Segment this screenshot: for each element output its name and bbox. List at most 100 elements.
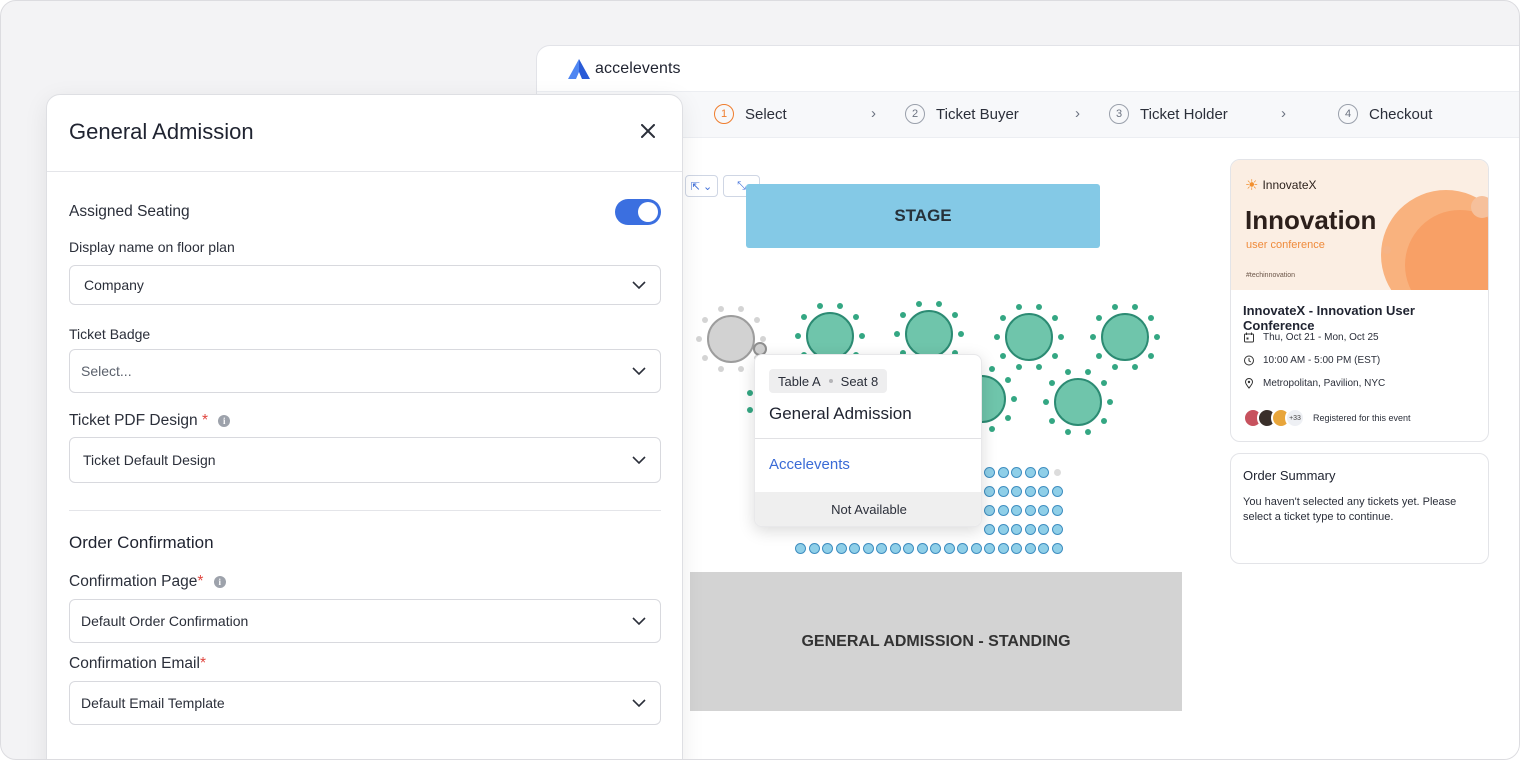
seat[interactable] — [916, 543, 928, 554]
seat[interactable] — [970, 543, 982, 554]
seat[interactable] — [1090, 334, 1096, 340]
seat[interactable] — [1096, 352, 1103, 359]
seat[interactable] — [984, 524, 995, 535]
seat[interactable] — [988, 365, 995, 372]
seat[interactable] — [1051, 505, 1063, 516]
close-icon[interactable] — [637, 120, 659, 142]
seat[interactable] — [737, 305, 744, 312]
seat[interactable] — [1107, 399, 1113, 405]
round-table[interactable] — [1101, 313, 1149, 361]
seat[interactable] — [808, 543, 820, 554]
step-select[interactable]: 1 Select — [714, 104, 787, 124]
seat[interactable] — [943, 543, 955, 554]
seat[interactable] — [702, 354, 709, 361]
seat[interactable] — [1011, 467, 1022, 478]
seat[interactable] — [718, 305, 725, 312]
seat[interactable] — [1038, 524, 1049, 535]
seat[interactable] — [997, 467, 1009, 478]
standing-area[interactable]: GENERAL ADMISSION - STANDING — [690, 572, 1182, 711]
seat[interactable] — [1000, 352, 1007, 359]
info-icon[interactable]: i — [213, 576, 226, 588]
seat[interactable] — [1011, 524, 1022, 535]
round-table[interactable] — [707, 315, 755, 363]
seat[interactable] — [1051, 486, 1063, 497]
seat[interactable] — [1051, 352, 1058, 359]
seat[interactable] — [747, 407, 753, 413]
seat[interactable] — [1100, 417, 1107, 424]
seat[interactable] — [817, 302, 824, 309]
seat[interactable] — [1049, 417, 1056, 424]
seat[interactable] — [1024, 486, 1036, 497]
seat[interactable] — [957, 543, 968, 554]
seat[interactable] — [984, 467, 995, 478]
confirmation-page-select[interactable]: Default Order Confirmation — [69, 599, 661, 643]
seat[interactable] — [1154, 334, 1160, 340]
seat[interactable] — [1112, 303, 1119, 310]
info-icon[interactable]: i — [218, 415, 231, 427]
round-table[interactable] — [1054, 378, 1102, 426]
seat[interactable] — [1131, 303, 1138, 310]
seat[interactable] — [1035, 303, 1042, 310]
seat[interactable] — [958, 331, 964, 337]
seat[interactable] — [1038, 486, 1049, 497]
round-table[interactable] — [905, 310, 953, 358]
seat[interactable] — [1038, 505, 1049, 516]
ticket-badge-select[interactable]: Select... — [69, 349, 661, 393]
seat[interactable] — [894, 331, 900, 337]
seat[interactable] — [889, 543, 901, 554]
ticket-pdf-select[interactable]: Ticket Default Design — [69, 437, 661, 483]
seat[interactable] — [1065, 368, 1072, 375]
popup-company-link[interactable]: Accelevents — [769, 456, 850, 473]
seat[interactable] — [1043, 399, 1049, 405]
seat[interactable] — [1058, 334, 1064, 340]
seat[interactable] — [795, 333, 801, 339]
seat[interactable] — [1024, 505, 1036, 516]
seat[interactable] — [836, 302, 843, 309]
seat[interactable] — [1011, 396, 1017, 402]
seat[interactable] — [835, 543, 847, 554]
seat[interactable] — [1011, 505, 1022, 516]
seat[interactable] — [795, 543, 806, 554]
seat[interactable] — [994, 334, 1000, 340]
seat[interactable] — [984, 486, 995, 497]
seat[interactable] — [849, 543, 860, 554]
seat[interactable] — [747, 390, 753, 396]
confirmation-email-select[interactable]: Default Email Template — [69, 681, 661, 725]
step-ticket-buyer[interactable]: 2 Ticket Buyer — [905, 104, 1019, 124]
assigned-seating-toggle[interactable] — [615, 199, 661, 225]
seat[interactable] — [862, 543, 874, 554]
select-tool-button[interactable]: ⇱ ⌄ — [685, 175, 718, 197]
seat[interactable] — [984, 505, 995, 516]
step-ticket-holder[interactable]: 3 Ticket Holder — [1109, 104, 1228, 124]
seat[interactable] — [1147, 352, 1154, 359]
seat[interactable] — [984, 543, 995, 554]
round-table[interactable] — [1005, 313, 1053, 361]
seat[interactable] — [1051, 543, 1063, 554]
seat[interactable] — [1024, 543, 1036, 554]
seat[interactable] — [1016, 303, 1023, 310]
seat[interactable] — [822, 543, 833, 554]
seat[interactable] — [930, 543, 941, 554]
round-table[interactable] — [806, 312, 854, 360]
seat[interactable] — [916, 300, 923, 307]
seat[interactable] — [1024, 524, 1036, 535]
seat[interactable] — [876, 543, 887, 554]
display-name-select[interactable]: Company — [69, 265, 661, 305]
seat[interactable] — [1011, 486, 1022, 497]
seat[interactable] — [1004, 414, 1011, 421]
seat[interactable] — [1038, 543, 1049, 554]
seat[interactable] — [935, 300, 942, 307]
seat[interactable] — [997, 543, 1009, 554]
seat[interactable] — [903, 543, 914, 554]
seat[interactable] — [997, 524, 1009, 535]
seat[interactable] — [997, 486, 1009, 497]
seat[interactable] — [1038, 467, 1049, 478]
seat[interactable] — [1051, 524, 1063, 535]
seat[interactable] — [1024, 467, 1036, 478]
step-checkout[interactable]: 4 Checkout — [1338, 104, 1432, 124]
seat[interactable] — [1011, 543, 1022, 554]
seat[interactable] — [859, 333, 865, 339]
seat[interactable] — [696, 336, 702, 342]
seat[interactable] — [1084, 368, 1091, 375]
seat[interactable] — [997, 505, 1009, 516]
